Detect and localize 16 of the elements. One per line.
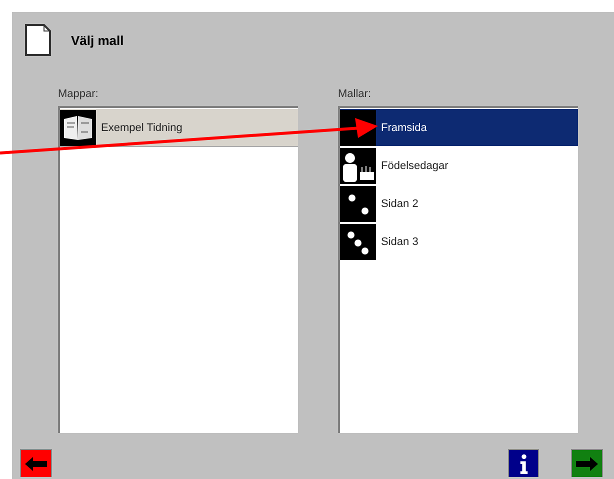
info-button[interactable] <box>508 449 539 477</box>
list-item[interactable]: Framsida <box>340 109 578 147</box>
right-arrow-icon <box>576 456 598 470</box>
list-item[interactable]: Exempel Tidning <box>60 109 298 147</box>
back-button[interactable] <box>20 449 52 477</box>
left-arrow-icon <box>25 456 47 470</box>
list-label: Mappar: <box>58 88 100 100</box>
list-item[interactable]: Födelsedagar <box>340 147 578 185</box>
list-item[interactable]: Sidan 2 <box>340 185 578 223</box>
list-label: Mallar: <box>338 88 372 100</box>
list-item[interactable]: Sidan 3 <box>340 223 578 261</box>
document-icon <box>25 24 51 56</box>
next-button[interactable] <box>571 449 603 477</box>
info-icon <box>518 454 528 474</box>
dialog-title: Välj mall <box>71 32 124 48</box>
newspaper-icon <box>60 110 96 146</box>
